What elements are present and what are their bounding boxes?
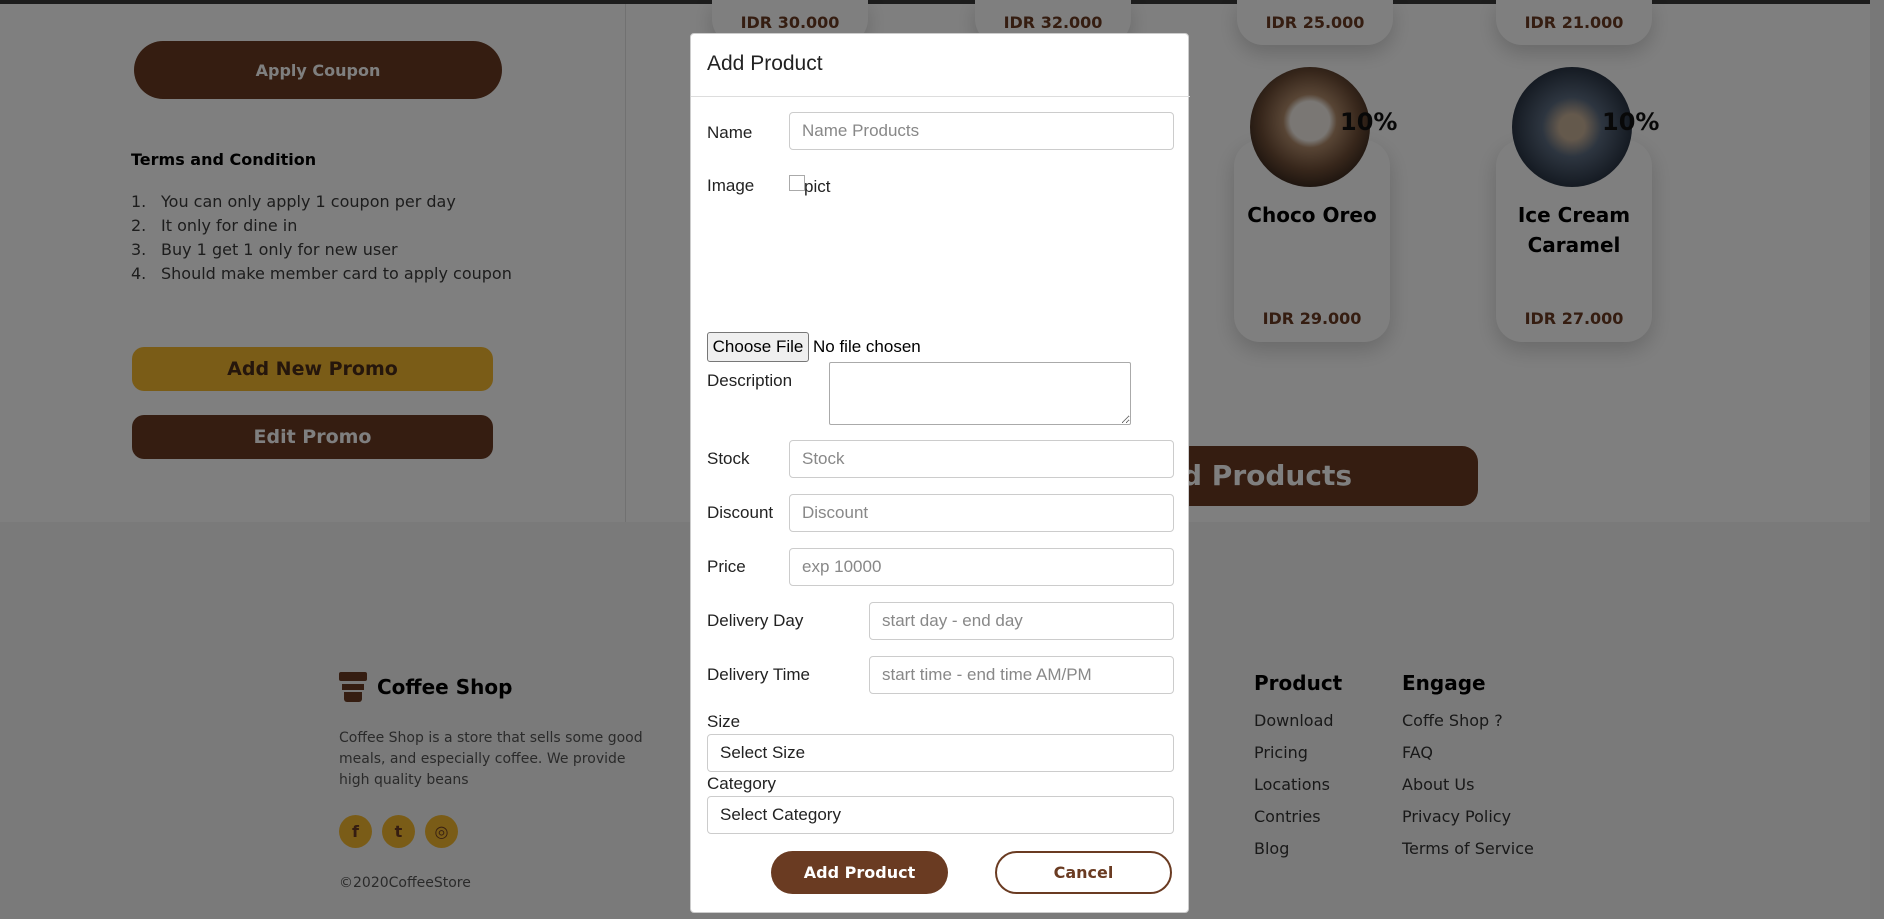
category-label: Category [707, 774, 776, 793]
price-input[interactable] [789, 548, 1174, 586]
price-label: Price [707, 557, 746, 576]
modal-title: Add Product [707, 52, 823, 75]
delivery-time-label: Delivery Time [707, 665, 810, 684]
description-textarea[interactable] [829, 362, 1131, 425]
modal-divider [691, 96, 1190, 97]
add-product-modal: Add Product Name Image pict Choose File … [690, 33, 1190, 913]
description-label: Description [707, 371, 793, 390]
add-product-button[interactable]: Add Product [771, 851, 948, 894]
discount-label: Discount [707, 503, 774, 522]
stock-input[interactable] [789, 440, 1174, 478]
category-select[interactable]: Select Category [707, 796, 1174, 834]
image-label: Image [707, 176, 755, 195]
size-select[interactable]: Select Size [707, 734, 1174, 772]
name-label: Name [707, 123, 753, 142]
choose-file-button[interactable]: Choose File [707, 332, 809, 362]
file-status: No file chosen [813, 337, 921, 356]
delivery-time-input[interactable] [869, 656, 1174, 694]
delivery-day-input[interactable] [869, 602, 1174, 640]
cancel-button[interactable]: Cancel [995, 851, 1172, 894]
stock-label: Stock [707, 449, 750, 468]
name-input[interactable] [789, 112, 1174, 150]
delivery-day-label: Delivery Day [707, 611, 804, 630]
broken-image-icon [789, 175, 805, 191]
discount-input[interactable] [789, 494, 1174, 532]
size-label: Size [707, 712, 741, 731]
image-preview-alt: pict [804, 177, 831, 196]
